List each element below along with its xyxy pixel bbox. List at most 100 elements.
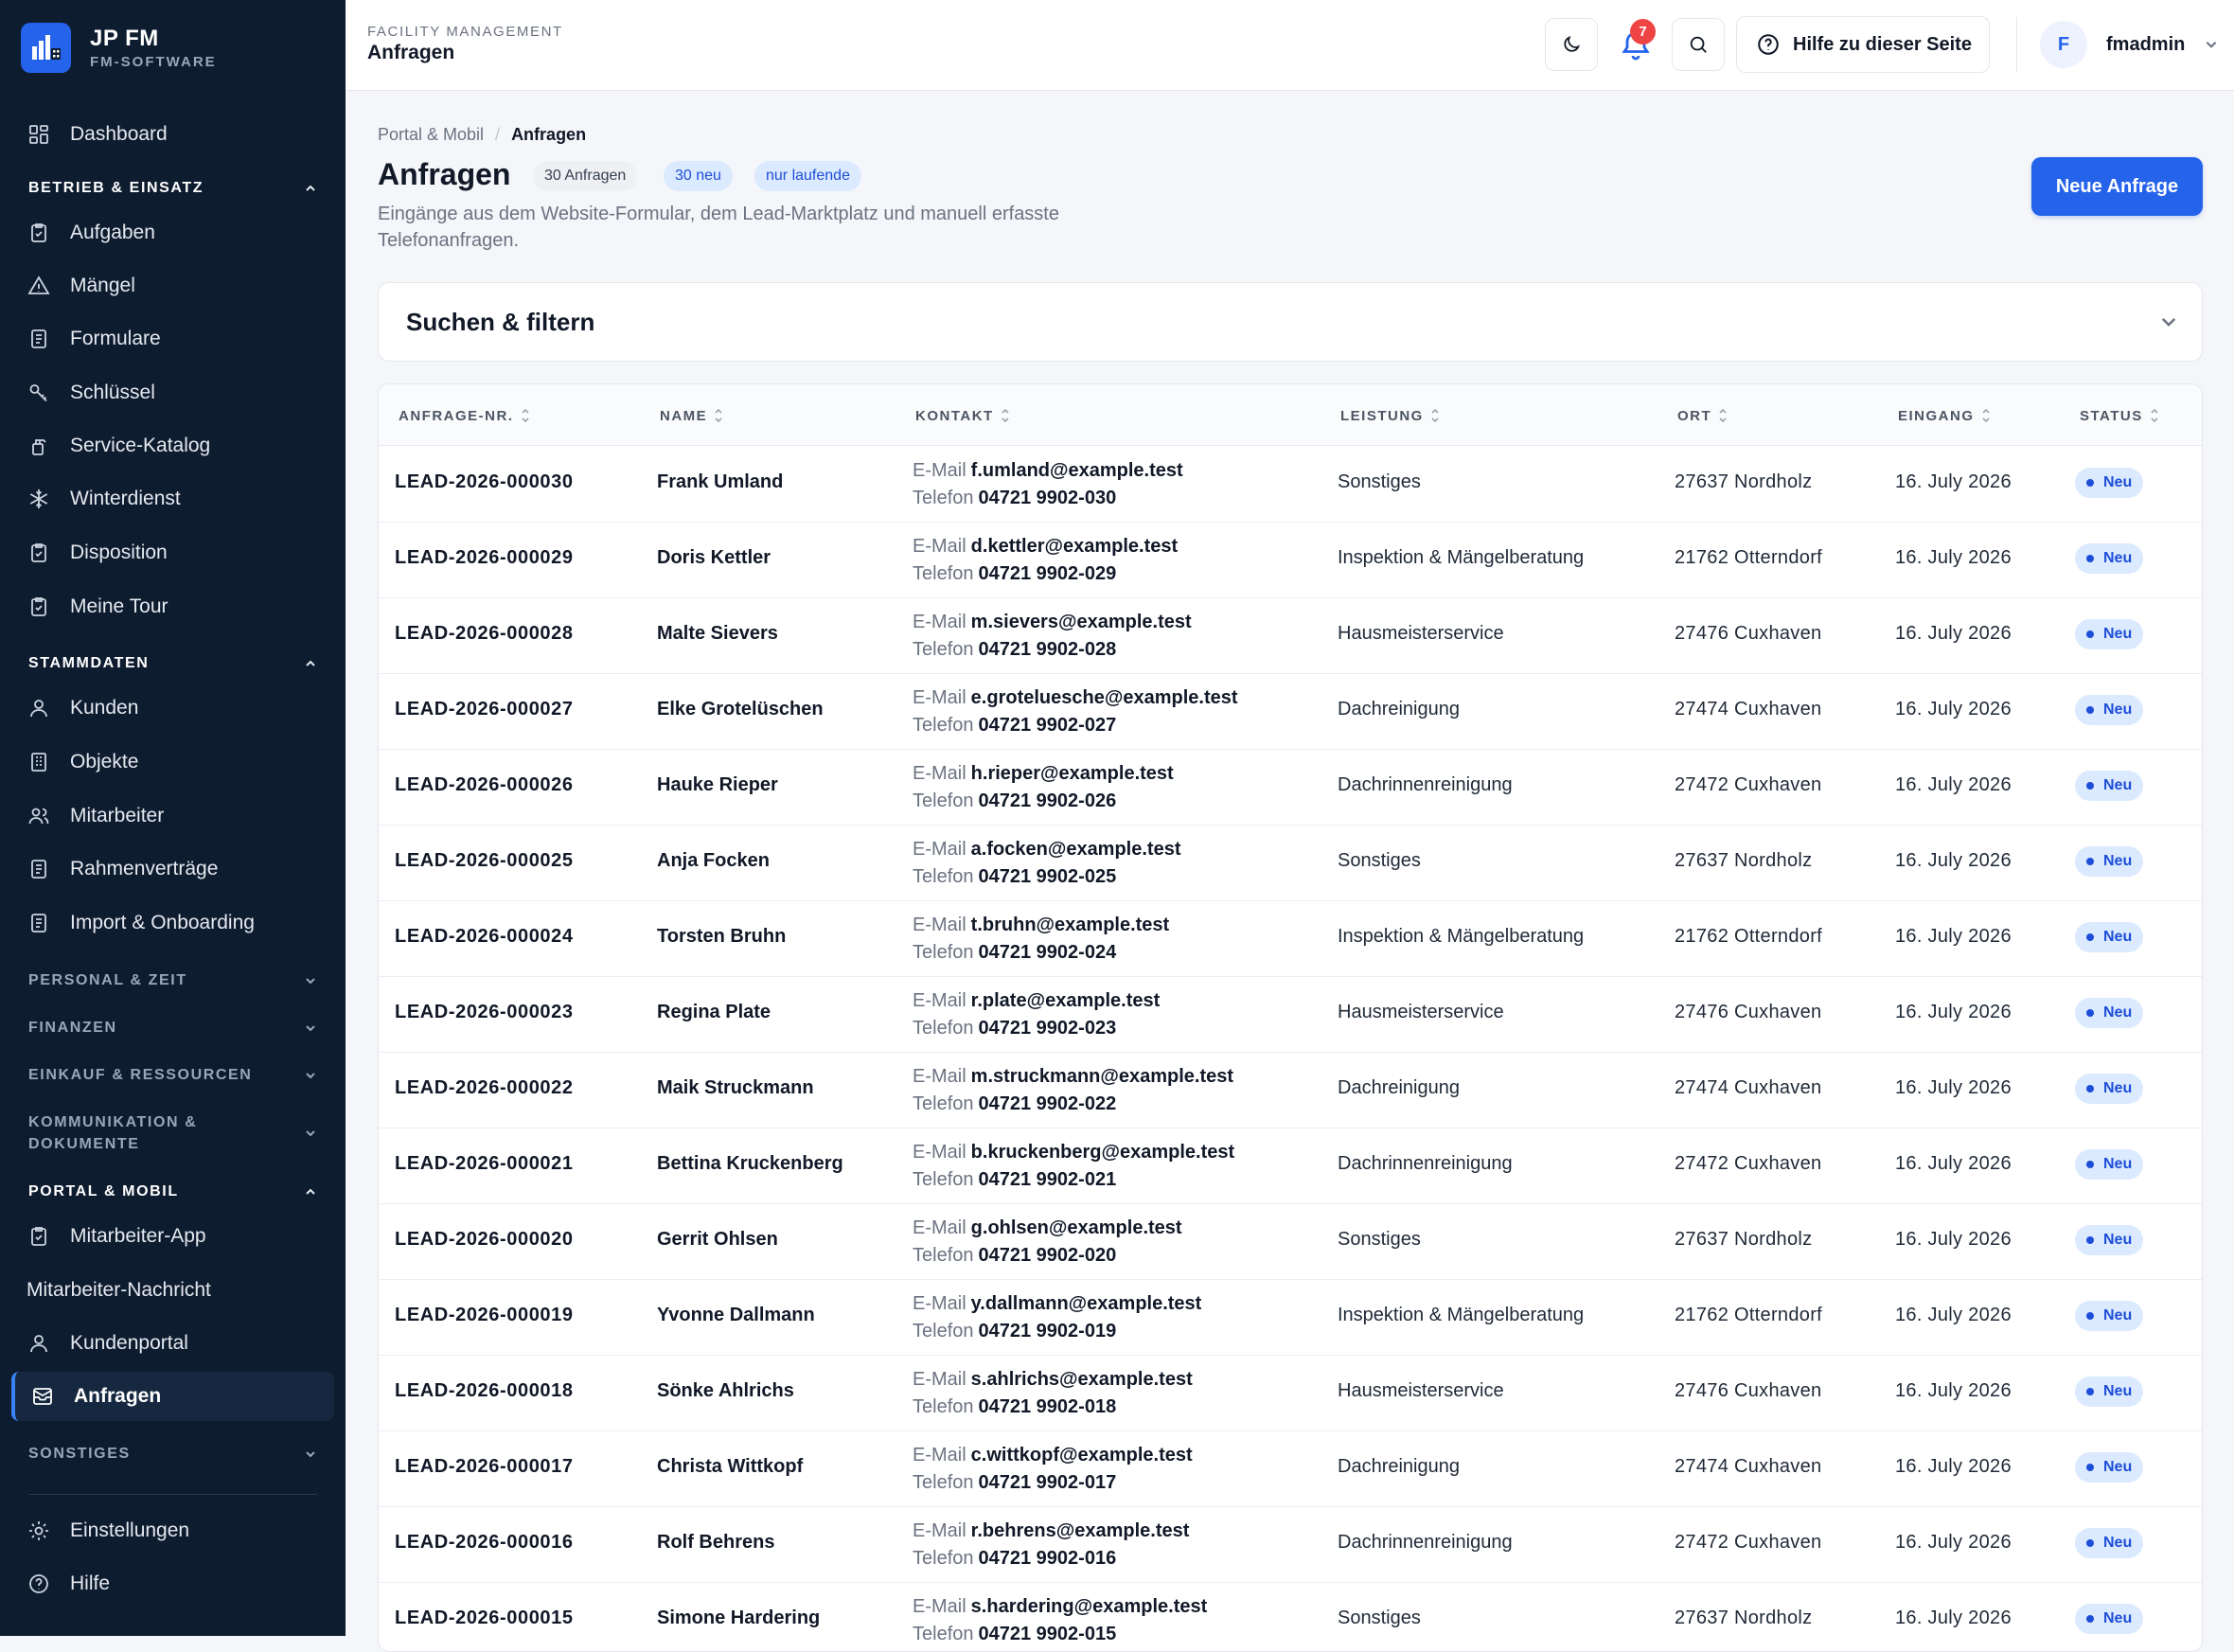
table-row[interactable]: LEAD-2026-000022 Maik Struckmann E-Mail m… <box>379 1053 2202 1128</box>
email-link[interactable]: b.kruckenberg@example.test <box>971 1142 1235 1163</box>
phone-link[interactable]: 04721 9902-024 <box>979 942 1117 963</box>
sidebar-item-formulare[interactable]: Formulare <box>11 314 334 364</box>
sidebar-item-kunden[interactable]: Kunden <box>11 684 334 733</box>
email-link[interactable]: f.umland@example.test <box>971 460 1183 481</box>
email-link[interactable]: g.ohlsen@example.test <box>971 1217 1182 1238</box>
sidebar-item-einstellungen[interactable]: Einstellungen <box>11 1506 334 1555</box>
section-sonstiges[interactable]: SONSTIGES <box>28 1443 317 1465</box>
request-service: Sonstiges <box>1338 1608 1421 1628</box>
sidebar-item-disposition[interactable]: Disposition <box>11 528 334 577</box>
phone-link[interactable]: 04721 9902-016 <box>979 1548 1117 1569</box>
table-row[interactable]: LEAD-2026-000020 Gerrit Ohlsen E-Mail g.o… <box>379 1204 2202 1280</box>
phone-link[interactable]: 04721 9902-017 <box>979 1472 1117 1493</box>
column-header-status[interactable]: STATUS <box>2080 407 2160 424</box>
email-link[interactable]: c.wittkopf@example.test <box>971 1445 1193 1465</box>
phone-link[interactable]: 04721 9902-021 <box>979 1169 1117 1190</box>
column-header-name[interactable]: NAME <box>660 407 724 424</box>
section-personal[interactable]: PERSONAL & ZEIT <box>28 969 317 991</box>
email-label: E-Mail <box>913 1142 966 1163</box>
email-link[interactable]: m.struckmann@example.test <box>971 1066 1233 1087</box>
filter-panel-toggle[interactable]: Suchen & filtern <box>378 282 2203 362</box>
page-help-button[interactable]: Hilfe zu dieser Seite <box>1736 16 1990 73</box>
email-link[interactable]: y.dallmann@example.test <box>971 1293 1202 1314</box>
email-link[interactable]: r.plate@example.test <box>971 990 1161 1011</box>
table-row[interactable]: LEAD-2026-000024 Torsten Bruhn E-Mail t.b… <box>379 901 2202 977</box>
section-finanzen[interactable]: FINANZEN <box>28 1017 317 1039</box>
status-label: Neu <box>2103 1156 2133 1172</box>
request-location: 27637 Nordholz <box>1675 1608 1813 1628</box>
breadcrumb-link[interactable]: Portal & Mobil <box>378 125 484 145</box>
phone-link[interactable]: 04721 9902-026 <box>979 790 1117 811</box>
phone-link[interactable]: 04721 9902-022 <box>979 1093 1117 1114</box>
section-betrieb[interactable]: BETRIEB & EINSATZ <box>28 177 317 199</box>
phone-link[interactable]: 04721 9902-029 <box>979 563 1117 584</box>
column-header-kontakt[interactable]: KONTAKT <box>915 407 1011 424</box>
sidebar-item-winterdienst[interactable]: Winterdienst <box>11 474 334 524</box>
table-row[interactable]: LEAD-2026-000017 Christa Wittkopf E-Mail… <box>379 1431 2202 1507</box>
section-stammdaten[interactable]: STAMMDATEN <box>28 652 317 674</box>
phone-link[interactable]: 04721 9902-027 <box>979 715 1117 736</box>
sidebar-item-mitarbeiter[interactable]: Mitarbeiter <box>11 791 334 841</box>
sidebar-item-mitarbeiter-nachricht[interactable]: Mitarbeiter-Nachricht <box>27 1279 211 1302</box>
table-row[interactable]: LEAD-2026-000030 Frank Umland E-Mail f.um… <box>379 447 2202 523</box>
table-row[interactable]: LEAD-2026-000028 Malte Sievers E-Mail m.s… <box>379 598 2202 674</box>
section-label: BETRIEB & EINSATZ <box>28 180 204 196</box>
search-button[interactable] <box>1672 18 1725 71</box>
email-link[interactable]: t.bruhn@example.test <box>971 915 1170 935</box>
phone-link[interactable]: 04721 9902-019 <box>979 1321 1117 1341</box>
column-header-leistung[interactable]: LEISTUNG <box>1340 407 1441 424</box>
user-menu[interactable]: F fmadmin <box>2040 21 2219 68</box>
theme-toggle-button[interactable] <box>1545 18 1598 71</box>
table-row[interactable]: LEAD-2026-000026 Hauke Rieper E-Mail h.ri… <box>379 750 2202 826</box>
phone-link[interactable]: 04721 9902-015 <box>979 1624 1117 1644</box>
request-contact: E-Mail r.plate@example.test Telefon 04721 … <box>913 987 1160 1042</box>
column-header-ort[interactable]: ORT <box>1677 407 1729 424</box>
email-link[interactable]: d.kettler@example.test <box>971 536 1178 557</box>
email-link[interactable]: r.behrens@example.test <box>971 1520 1190 1541</box>
sidebar-item-anfragen[interactable]: Anfragen <box>11 1372 334 1421</box>
email-link[interactable]: e.groteluesche@example.test <box>971 687 1238 708</box>
phone-link[interactable]: 04721 9902-025 <box>979 866 1117 887</box>
brand[interactable]: JP FM FM-SOFTWARE <box>0 0 346 95</box>
table-row[interactable]: LEAD-2026-000019 Yvonne Dallmann E-Mail y… <box>379 1280 2202 1356</box>
sidebar-item-aufgaben[interactable]: Aufgaben <box>11 208 334 258</box>
table-row[interactable]: LEAD-2026-000018 Sönke Ahlrichs E-Mail s.… <box>379 1356 2202 1431</box>
sidebar-item-kundenportal[interactable]: Kundenportal <box>11 1319 334 1368</box>
email-link[interactable]: s.hardering@example.test <box>971 1596 1208 1617</box>
email-link[interactable]: m.sievers@example.test <box>971 612 1192 632</box>
table-row[interactable]: LEAD-2026-000021 Bettina Kruckenberg E-M… <box>379 1128 2202 1204</box>
sidebar-item-service-katalog[interactable]: Service-Katalog <box>11 421 334 471</box>
status-badge: Neu <box>2075 846 2144 877</box>
sidebar-item-rahmenvertraege[interactable]: Rahmenverträge <box>11 844 334 894</box>
table-row[interactable]: LEAD-2026-000016 Rolf Behrens E-Mail r.be… <box>379 1507 2202 1583</box>
table-row[interactable]: LEAD-2026-000015 Simone Hardering E-Mail… <box>379 1583 2202 1651</box>
table-row[interactable]: LEAD-2026-000023 Regina Plate E-Mail r.pl… <box>379 977 2202 1053</box>
sidebar-item-objekte[interactable]: Objekte <box>11 737 334 787</box>
sidebar-item-dashboard[interactable]: Dashboard <box>11 110 334 159</box>
sidebar-item-schluessel[interactable]: Schlüssel <box>11 368 334 417</box>
new-request-button[interactable]: Neue Anfrage <box>2031 157 2203 216</box>
table-row[interactable]: LEAD-2026-000029 Doris Kettler E-Mail d.k… <box>379 523 2202 598</box>
sidebar-item-mitarbeiter-app[interactable]: Mitarbeiter-App <box>11 1212 334 1261</box>
email-link[interactable]: a.focken@example.test <box>971 839 1181 860</box>
phone-link[interactable]: 04721 9902-028 <box>979 639 1117 660</box>
email-link[interactable]: h.rieper@example.test <box>971 763 1174 784</box>
sidebar-item-import-onboarding[interactable]: Import & Onboarding <box>11 898 334 948</box>
phone-link[interactable]: 04721 9902-030 <box>979 488 1117 508</box>
sidebar-item-hilfe[interactable]: Hilfe <box>11 1559 334 1608</box>
requests-table: ANFRAGE-NR. NAME KONTAKT LEISTUNG ORT EI… <box>378 383 2203 1652</box>
phone-link[interactable]: 04721 9902-020 <box>979 1245 1117 1266</box>
table-row[interactable]: LEAD-2026-000025 Anja Focken E-Mail a.foc… <box>379 826 2202 901</box>
phone-link[interactable]: 04721 9902-023 <box>979 1018 1117 1039</box>
clipboard-check-icon <box>27 221 51 245</box>
section-einkauf[interactable]: EINKAUF & RESSOURCEN <box>28 1064 317 1086</box>
column-header-eingang[interactable]: EINGANG <box>1898 407 1992 424</box>
table-row[interactable]: LEAD-2026-000027 Elke Grotelüschen E-Mai… <box>379 674 2202 750</box>
phone-link[interactable]: 04721 9902-018 <box>979 1396 1117 1417</box>
sidebar-item-meine-tour[interactable]: Meine Tour <box>11 582 334 631</box>
section-portal[interactable]: PORTAL & MOBIL <box>28 1181 317 1202</box>
column-header-anfrage-nr[interactable]: ANFRAGE-NR. <box>399 407 531 424</box>
section-kommunikation[interactable]: KOMMUNIKATION & DOKUMENTE <box>28 1111 317 1155</box>
sidebar-item-maengel[interactable]: Mängel <box>11 261 334 311</box>
email-link[interactable]: s.ahlrichs@example.test <box>971 1369 1193 1390</box>
